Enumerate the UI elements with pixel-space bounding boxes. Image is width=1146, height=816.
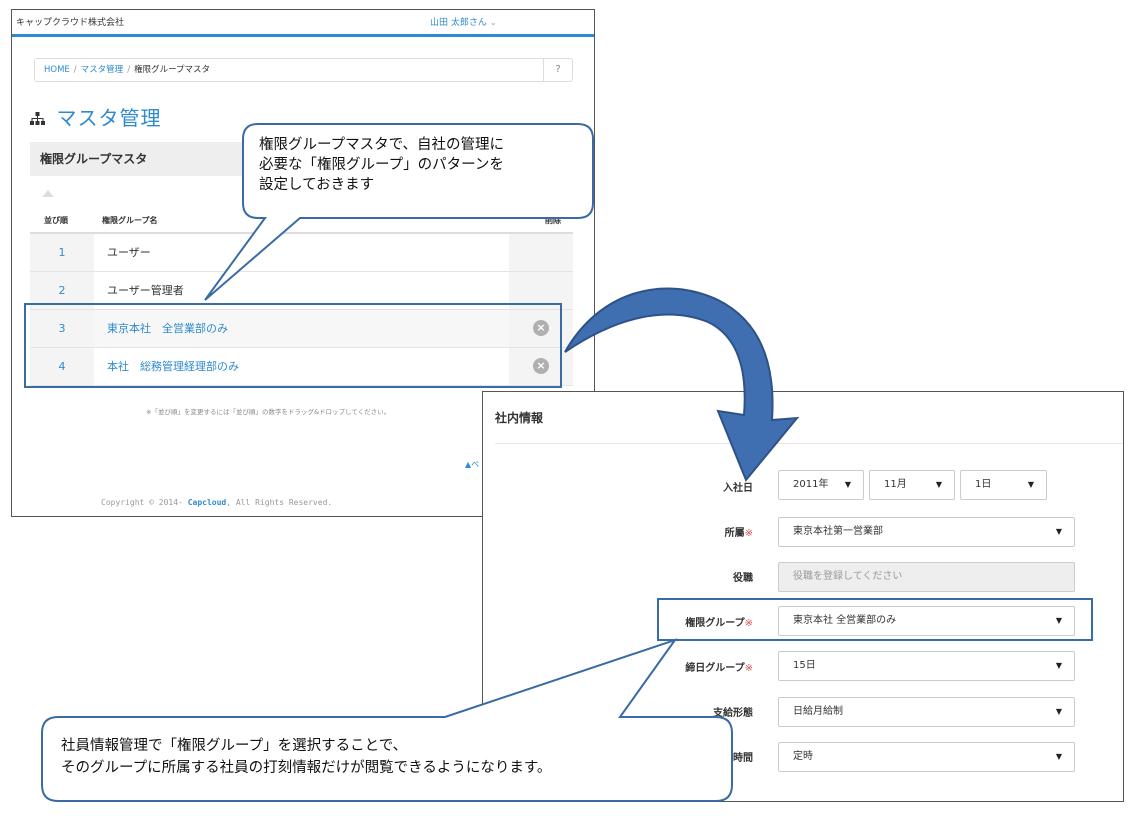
closing-group-label: 締日グループ※ (503, 659, 753, 674)
dept-select[interactable]: 東京本社第一営業部 ▼ (778, 517, 1075, 547)
copyright: Copyright © 2014- Capcloud, All Rights R… (101, 498, 332, 507)
user-name[interactable]: 山田 太郎さん (430, 18, 487, 28)
role-label: 役職 (503, 569, 753, 584)
page-title-text: マスタ管理 (56, 106, 162, 130)
group-name: ユーザー (107, 246, 151, 259)
caret-down-icon: ▼ (935, 480, 942, 489)
panel-title: 権限グループマスタ (40, 152, 148, 166)
tab-indicator (42, 190, 54, 197)
col-delete: 削除 (545, 216, 561, 225)
top-callout-line: 必要な「権限グループ」のパターンを (259, 157, 504, 173)
user-menu[interactable]: 山田 太郎さん ⌄ (430, 15, 497, 28)
auth-group-highlight-box (657, 598, 1093, 641)
top-callout-line: 権限グループマスタで、自社の管理に (259, 137, 505, 153)
chevron-down-icon[interactable]: ⌄ (490, 18, 497, 27)
payment-label-text: 支給形態 (713, 708, 753, 719)
required-mark: ※ (744, 663, 753, 674)
rows-highlight-box (24, 303, 562, 388)
hours-select[interactable]: 定時 ▼ (778, 742, 1075, 772)
sitemap-icon (30, 112, 50, 129)
payment-select[interactable]: 日給月給制 ▼ (778, 697, 1075, 727)
role-label-text: 役職 (733, 573, 753, 584)
caret-down-icon: ▼ (1055, 752, 1062, 761)
dept-value: 東京本社第一営業部 (793, 526, 883, 537)
top-callout-line: 設定しておきます (259, 177, 375, 193)
delete-cell (509, 234, 573, 271)
join-month-value: 11月 (884, 479, 907, 490)
role-input[interactable]: 役職を登録してください (778, 562, 1075, 592)
caret-down-icon: ▼ (1027, 480, 1034, 489)
top-callout-text: 権限グループマスタで、自社の管理に 必要な「権限グループ」のパターンを 設定して… (259, 135, 589, 195)
caret-down-icon: ▼ (1055, 707, 1062, 716)
top-bar: キャップクラウド株式会社 山田 太郎さん ⌄ (12, 10, 594, 37)
copyright-brand[interactable]: Capcloud (188, 498, 227, 507)
join-year-value: 2011年 (793, 479, 829, 490)
table-row: 1 ユーザー (30, 234, 573, 272)
col-name: 権限グループ名 (102, 216, 158, 225)
copyright-prefix: Copyright © 2014- (101, 498, 188, 507)
caret-down-icon: ▼ (1055, 527, 1062, 536)
breadcrumb-separator: / (73, 65, 77, 75)
help-button[interactable]: ? (543, 59, 572, 81)
breadcrumb-separator: / (127, 65, 131, 75)
hours-value: 定時 (793, 751, 813, 762)
reorder-note: ※「並び順」を変更するには「並び順」の数字をドラッグ&ドロップしてください。 (146, 408, 391, 416)
role-placeholder: 役職を登録してください (793, 571, 903, 582)
section-divider (495, 443, 1123, 444)
closing-group-select[interactable]: 15日 ▼ (778, 651, 1075, 681)
bottom-callout-text: 社員情報管理で「権限グループ」を選択することで、 そのグループに所属する社員の打… (61, 735, 721, 779)
bottom-callout-line: 社員情報管理で「権限グループ」を選択することで、 (61, 738, 408, 754)
caret-down-icon: ▼ (1055, 661, 1062, 670)
breadcrumb-master[interactable]: マスタ管理 (81, 65, 124, 75)
join-date-label-text: 入社日 (723, 483, 753, 494)
join-year-select[interactable]: 2011年 ▼ (778, 470, 864, 500)
page-top-link[interactable]: ▲ペ (465, 459, 479, 470)
required-mark: ※ (744, 528, 753, 539)
col-order: 並び順 (44, 216, 68, 225)
join-day-value: 1日 (975, 479, 992, 490)
drag-order-handle[interactable]: 1 (30, 234, 94, 271)
table-header: 並び順 権限グループ名 削除 (30, 208, 573, 234)
payment-label: 支給形態 (503, 704, 753, 719)
caret-down-icon: ▼ (844, 480, 851, 489)
join-day-select[interactable]: 1日 ▼ (960, 470, 1047, 500)
page-title: マスタ管理 (30, 102, 161, 131)
section-title: 社内情報 (495, 411, 544, 425)
hours-label-text: 時間 (733, 753, 753, 764)
join-date-label: 入社日 (503, 479, 753, 494)
bottom-callout-line: そのグループに所属する社員の打刻情報だけが閲覧できるようになります。 (61, 760, 552, 776)
dept-label: 所屬※ (503, 524, 753, 539)
company-name: キャップクラウド株式会社 (16, 18, 125, 28)
join-month-select[interactable]: 11月 ▼ (869, 470, 955, 500)
payment-value: 日給月給制 (793, 706, 843, 717)
breadcrumb: HOME / マスタ管理 / 権限グループマスタ ? (34, 58, 573, 82)
breadcrumb-home[interactable]: HOME (44, 65, 70, 75)
copyright-suffix: , All Rights Reserved. (226, 498, 333, 507)
closing-group-value: 15日 (793, 660, 816, 671)
closing-group-label-text: 締日グループ (685, 663, 745, 674)
breadcrumb-current: 権限グループマスタ (134, 65, 211, 75)
dept-label-text: 所屬 (724, 528, 745, 539)
